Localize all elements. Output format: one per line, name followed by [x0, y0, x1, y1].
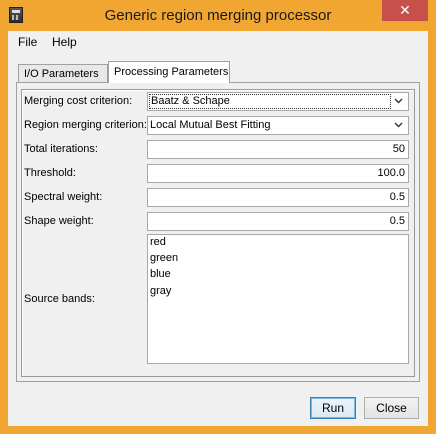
list-item[interactable]: green: [150, 252, 178, 264]
shape-weight-label: Shape weight:: [24, 215, 94, 227]
total-iterations-label: Total iterations:: [24, 143, 98, 155]
run-button[interactable]: Run: [310, 397, 356, 419]
total-iterations-input[interactable]: 50: [147, 140, 409, 159]
menu-bar: File Help: [8, 31, 428, 53]
title-bar[interactable]: Generic region merging processor ✕: [0, 0, 436, 31]
region-merging-label: Region merging criterion:: [24, 119, 147, 131]
region-merging-select[interactable]: Local Mutual Best Fitting: [147, 116, 409, 135]
shape-weight-input[interactable]: 0.5: [147, 212, 409, 231]
menu-help[interactable]: Help: [52, 35, 77, 49]
source-bands-label: Source bands:: [24, 293, 95, 305]
list-item[interactable]: red: [150, 236, 166, 248]
chevron-down-icon[interactable]: [391, 117, 405, 134]
threshold-label: Threshold:: [24, 167, 76, 179]
spectral-weight-input[interactable]: 0.5: [147, 188, 409, 207]
window-frame-bottom: [0, 426, 436, 434]
merging-cost-value: Baatz & Schape: [149, 94, 391, 109]
client-area: File Help I/O Parameters Processing Para…: [8, 31, 428, 426]
merging-cost-select[interactable]: Baatz & Schape: [147, 92, 409, 111]
list-item[interactable]: gray: [150, 285, 171, 297]
merging-cost-label: Merging cost criterion:: [24, 95, 133, 107]
source-bands-list[interactable]: red green blue gray: [147, 234, 409, 364]
threshold-input[interactable]: 100.0: [147, 164, 409, 183]
list-item[interactable]: blue: [150, 268, 171, 280]
close-icon[interactable]: ✕: [382, 0, 428, 21]
chevron-down-icon[interactable]: [391, 93, 405, 110]
close-button[interactable]: Close: [364, 397, 419, 419]
app-window: Generic region merging processor ✕ File …: [0, 0, 436, 434]
menu-file[interactable]: File: [18, 35, 37, 49]
spectral-weight-label: Spectral weight:: [24, 191, 103, 203]
window-frame-left: [0, 31, 8, 434]
region-merging-value: Local Mutual Best Fitting: [150, 119, 271, 131]
window-title: Generic region merging processor: [104, 7, 332, 24]
tab-strip: I/O Parameters Processing Parameters: [16, 61, 420, 83]
window-frame-right: [428, 31, 436, 434]
tab-processing-parameters[interactable]: Processing Parameters: [108, 61, 230, 83]
tab-io-parameters[interactable]: I/O Parameters: [18, 64, 108, 83]
